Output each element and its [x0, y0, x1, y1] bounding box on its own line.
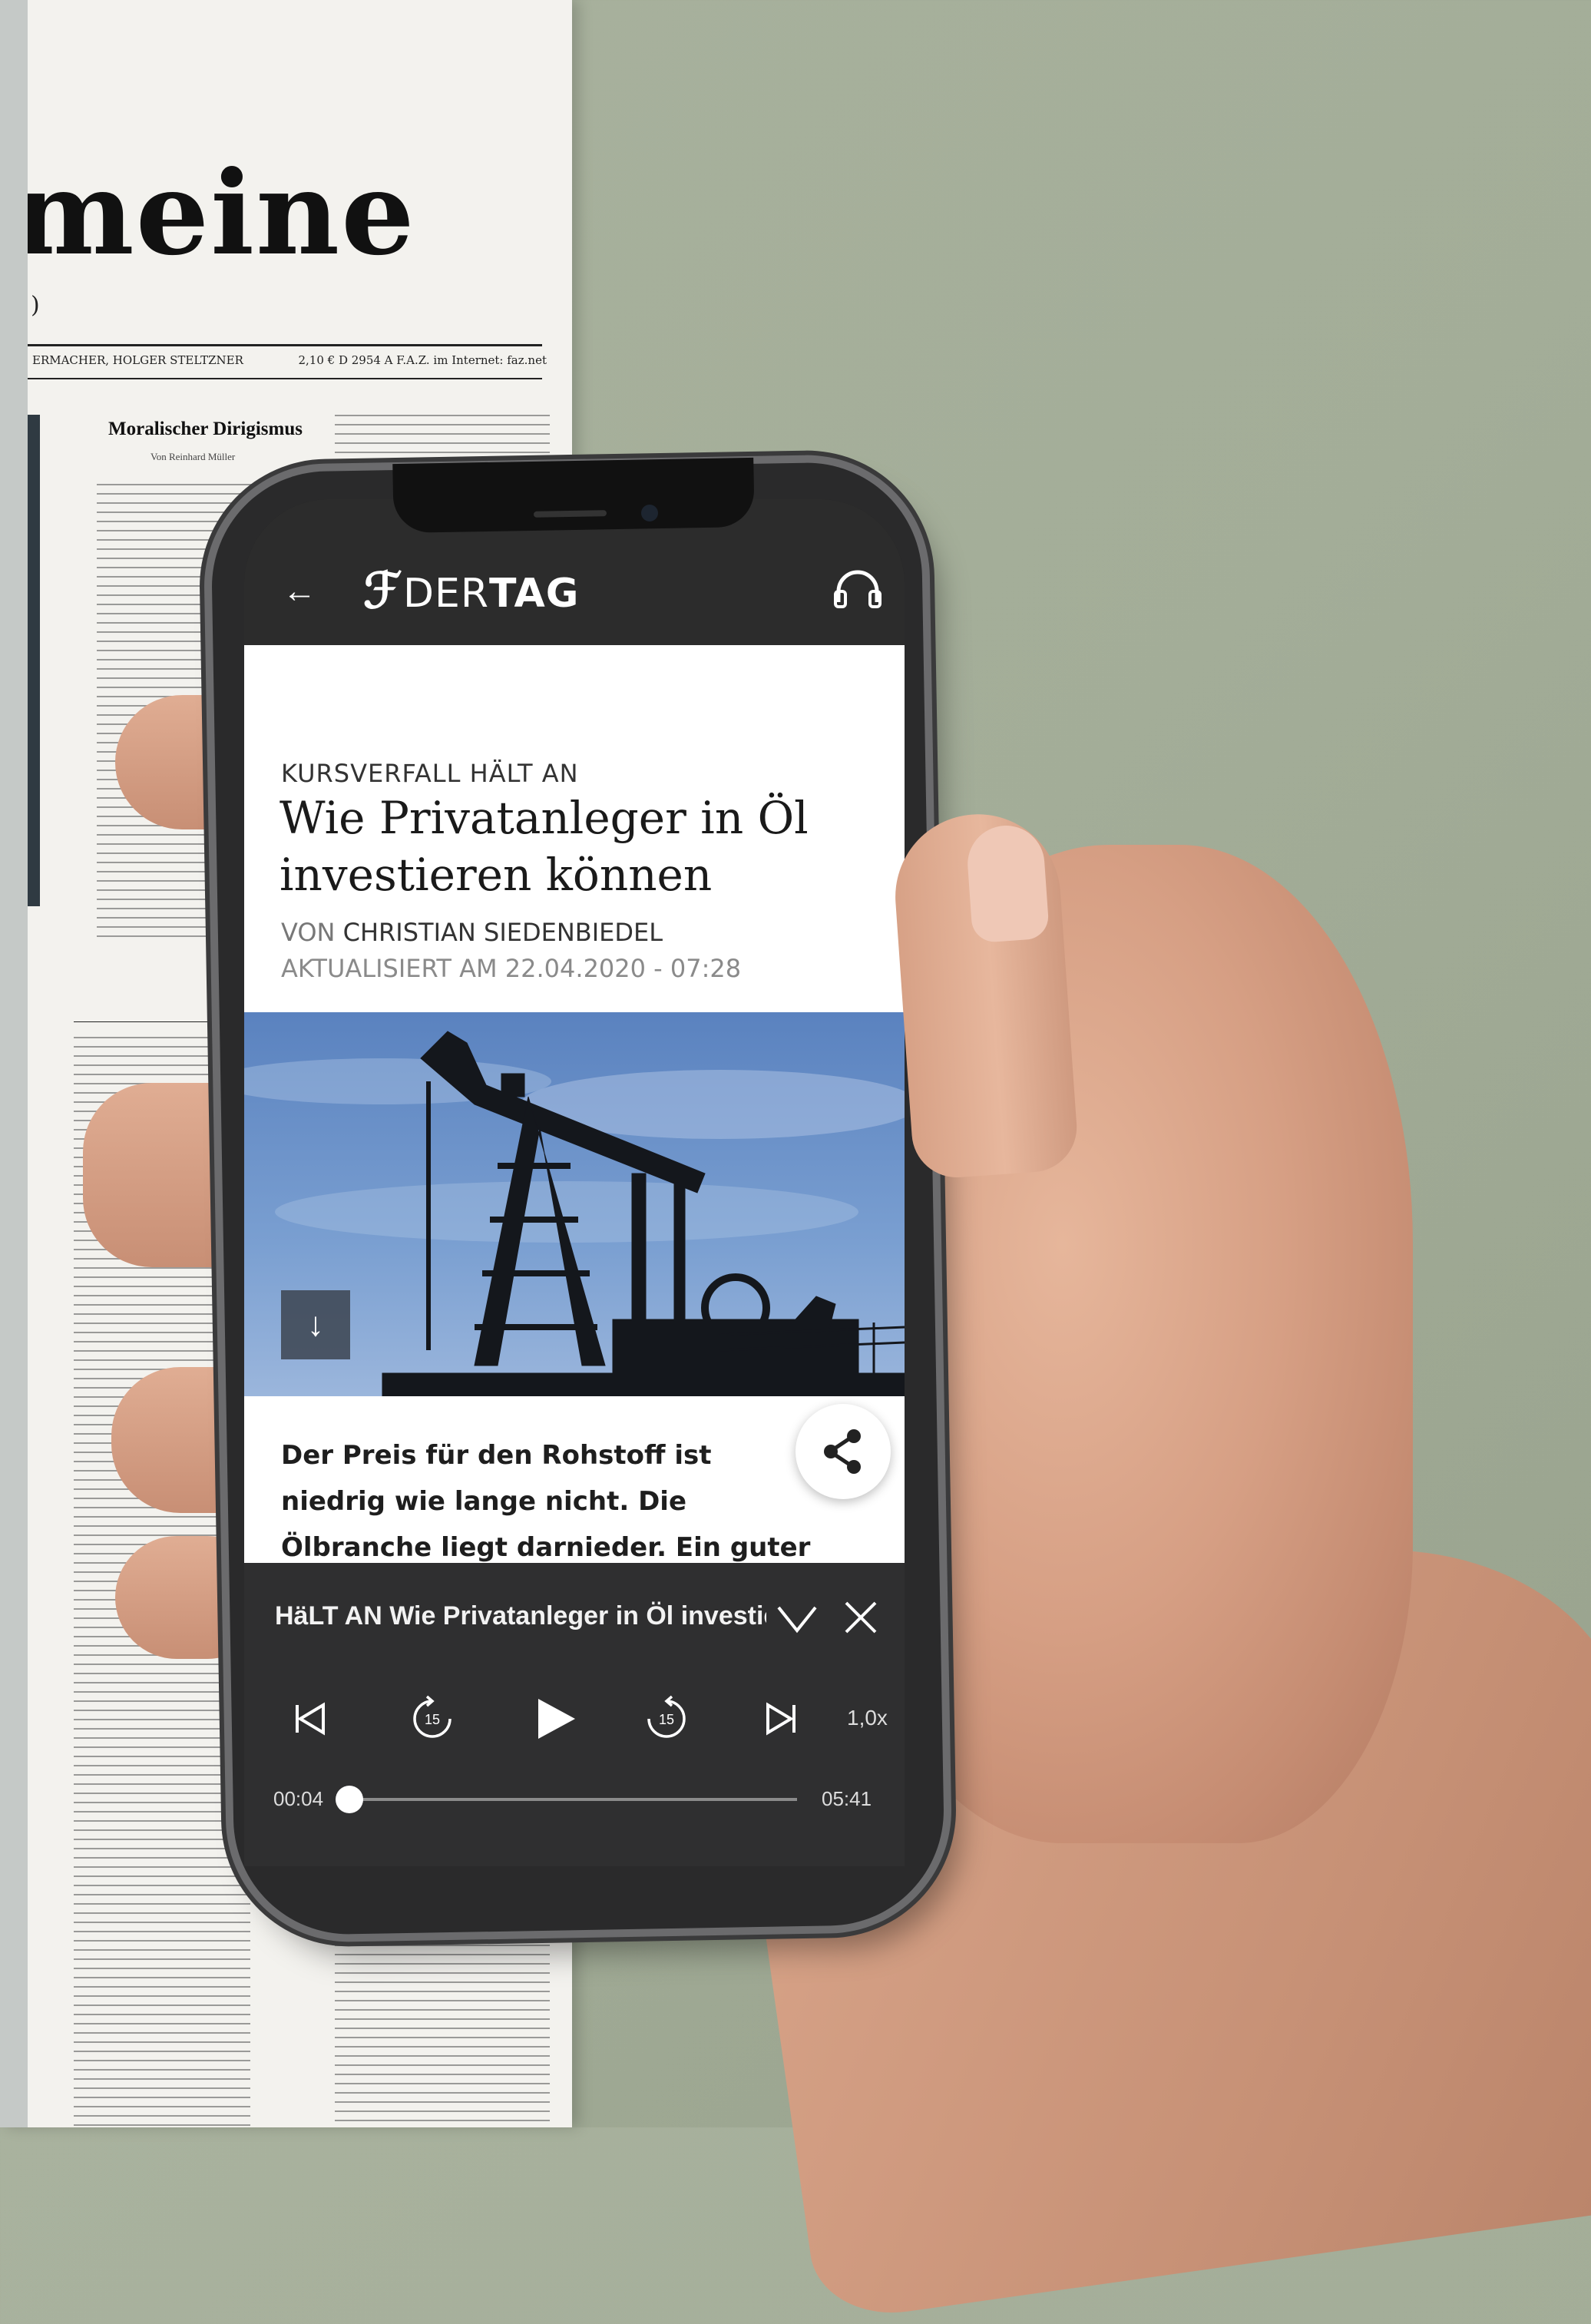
article: KURSVERFALL HÄLT AN Wie Privatanleger in… — [244, 645, 905, 1655]
brand-prefix: DER — [403, 571, 490, 617]
phone-notch — [392, 457, 755, 534]
front-camera — [641, 505, 658, 521]
chevron-down-icon[interactable] — [776, 1601, 819, 1635]
skip-previous-icon — [296, 1702, 325, 1736]
newspaper-column — [335, 1935, 550, 2127]
headphones-icon[interactable] — [832, 567, 883, 610]
skip-next-icon — [766, 1702, 796, 1736]
thumb-nail — [964, 823, 1050, 944]
newspaper-rule — [28, 344, 542, 346]
player-title[interactable]: HäLT AN Wie Privatanleger in Öl investie… — [275, 1601, 766, 1647]
newspaper-headline: Moralischer Dirigismus — [108, 419, 303, 439]
newspaper-rule — [28, 378, 542, 379]
audio-player: HäLT AN Wie Privatanleger in Öl investie… — [244, 1563, 905, 1866]
play-icon — [538, 1699, 575, 1739]
rewind-label: 15 — [425, 1712, 440, 1727]
close-icon[interactable] — [843, 1600, 878, 1635]
phone-screen: ← ℱ DERTAG KURSVERFALL HÄLT AN Wie Priva… — [244, 499, 905, 1866]
newspaper-photo — [28, 415, 40, 906]
skip-previous-button[interactable] — [286, 1692, 332, 1746]
forward-label: 15 — [659, 1712, 674, 1727]
newspaper-meta: ERMACHER, HOLGER STELTZNER 2,10 € D 2954… — [32, 353, 547, 367]
arrow-down-icon: ↓ — [307, 1306, 324, 1343]
article-kicker: KURSVERFALL HÄLT AN — [281, 759, 579, 788]
newspaper-meta-left: ERMACHER, HOLGER STELTZNER — [32, 353, 243, 367]
brand-logo: ℱ — [363, 562, 402, 620]
download-button[interactable]: ↓ — [281, 1290, 350, 1359]
total-duration: 05:41 — [822, 1787, 872, 1810]
brand-name: DERTAG — [403, 571, 579, 617]
newspaper-byline: Von Reinhard Müller — [150, 451, 236, 462]
play-button[interactable] — [521, 1692, 590, 1746]
progress-track[interactable] — [344, 1798, 797, 1801]
rewind-15-icon: 15 — [413, 1695, 452, 1738]
brand-suffix: TAG — [489, 571, 580, 617]
earpiece-speaker — [533, 510, 607, 518]
forward-15-icon: 15 — [647, 1695, 686, 1738]
article-updated: AKTUALISIERT AM 22.04.2020 - 07:28 — [281, 954, 742, 983]
byline-prefix: VON — [281, 918, 336, 947]
playback-speed-button[interactable]: 1,0x — [847, 1706, 888, 1730]
share-icon — [824, 1429, 861, 1474]
newspaper-subline: ) — [31, 292, 40, 319]
elapsed-time: 00:04 — [273, 1787, 324, 1810]
article-headline[interactable]: Wie Privatanleger in Öl investieren könn… — [280, 790, 863, 903]
newspaper-meta-right: 2,10 € D 2954 A F.A.Z. im Internet: faz.… — [298, 353, 547, 367]
newspaper-column — [335, 415, 550, 468]
rewind-15-button[interactable]: 15 — [405, 1692, 459, 1746]
arrow-left-icon[interactable]: ← — [283, 572, 316, 611]
progress-handle[interactable] — [336, 1786, 364, 1813]
share-button[interactable] — [796, 1404, 891, 1499]
newspaper-masthead: meine — [12, 146, 416, 281]
skip-next-button[interactable] — [759, 1692, 805, 1746]
forward-15-button[interactable]: 15 — [640, 1692, 693, 1746]
author-name[interactable]: CHRISTIAN SIEDENBIEDEL — [343, 918, 663, 947]
article-byline: VON CHRISTIAN SIEDENBIEDEL — [281, 918, 663, 947]
